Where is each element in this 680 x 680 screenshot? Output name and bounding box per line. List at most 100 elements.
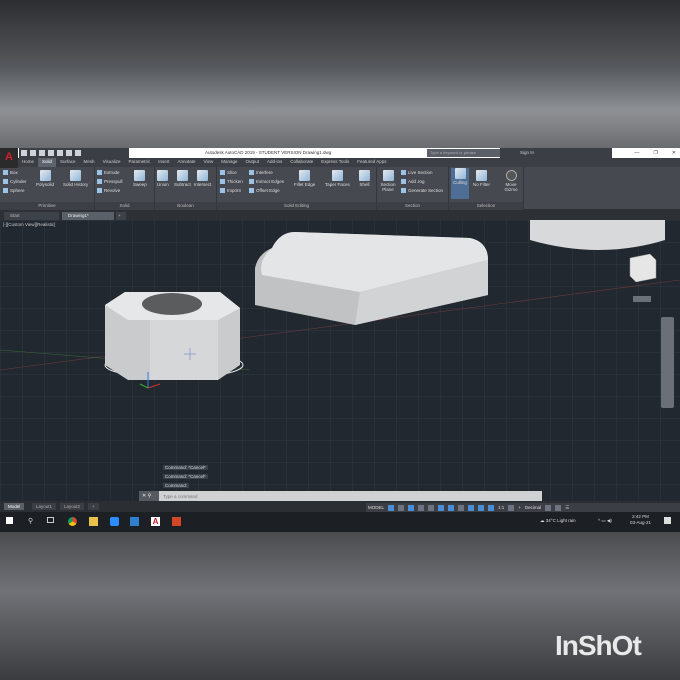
panel-label[interactable]: Section — [377, 202, 448, 210]
no-filter-button[interactable]: No Filter — [473, 170, 490, 187]
thicken-button[interactable]: Thicken — [220, 179, 243, 185]
new-tab-button[interactable]: + — [116, 212, 126, 220]
extrude-button[interactable]: Extrude — [97, 170, 120, 176]
autocad-taskbar-icon[interactable]: A — [151, 517, 160, 526]
tab-parametric[interactable]: Parametric — [125, 158, 155, 167]
union-button[interactable]: Union — [157, 170, 169, 187]
tab-home[interactable]: Home — [18, 158, 38, 167]
section-plane-button[interactable]: Section Plane — [379, 170, 397, 192]
file-explorer-icon[interactable] — [89, 517, 98, 526]
fullscreen-icon[interactable] — [555, 504, 562, 511]
object-snap-tracking-icon[interactable] — [438, 504, 445, 511]
intersect-button[interactable]: Intersect — [194, 170, 211, 187]
redo-icon[interactable] — [66, 150, 72, 156]
sign-in-button[interactable]: Sign In — [500, 148, 612, 158]
plot-icon[interactable] — [75, 150, 81, 156]
model-space-button[interactable]: MODEL — [368, 505, 384, 510]
system-tray-icons[interactable]: ^ ▭ ◀) — [598, 518, 612, 524]
tab-start[interactable]: Start — [4, 212, 59, 220]
tab-manage[interactable]: Manage — [217, 158, 241, 167]
snap-icon[interactable] — [398, 504, 405, 511]
grid-toggle-icon[interactable] — [388, 504, 395, 511]
tab-layout2[interactable]: Layout2 — [60, 503, 85, 510]
transparency-icon[interactable] — [468, 504, 475, 511]
clock[interactable]: 2:42 PM 03-Aug-21 — [630, 514, 651, 526]
tab-model[interactable]: Model — [4, 503, 25, 510]
tab-view[interactable]: View — [200, 158, 218, 167]
zoom-icon[interactable] — [110, 517, 119, 526]
add-layout-button[interactable]: + — [88, 503, 99, 510]
save-as-icon[interactable] — [48, 150, 54, 156]
imprint-button[interactable]: Imprint — [220, 188, 241, 194]
annotation-scale[interactable]: 1:1 — [498, 505, 504, 510]
notifications-icon[interactable] — [664, 517, 671, 524]
generate-section-button[interactable]: Generate Section — [401, 188, 443, 194]
windows-start-icon[interactable] — [6, 517, 13, 524]
tab-featured-apps[interactable]: Featured Apps — [353, 158, 390, 167]
ortho-icon[interactable] — [408, 504, 415, 511]
selection-cycling-icon[interactable] — [478, 504, 485, 511]
save-icon[interactable] — [39, 150, 45, 156]
annotation-icon[interactable] — [488, 504, 495, 511]
wcs-menu[interactable] — [633, 296, 651, 302]
tab-visualize[interactable]: Visualize — [99, 158, 125, 167]
isodraft-icon[interactable] — [428, 504, 435, 511]
tab-express-tools[interactable]: Express Tools — [317, 158, 353, 167]
search-input[interactable]: Type a keyword or phrase — [427, 149, 502, 157]
close-button[interactable]: ✕ — [672, 150, 676, 156]
tab-drawing1[interactable]: Drawing1* — [62, 212, 114, 220]
properties-icon[interactable] — [545, 504, 552, 511]
command-input[interactable] — [159, 493, 529, 499]
close-command-line-icon[interactable]: ✕ ⚲ — [139, 491, 159, 501]
slice-button[interactable]: Slice — [220, 170, 237, 176]
revolve-button[interactable]: Revolve — [97, 188, 120, 194]
weather-widget[interactable]: ☁ 34°C Light rain — [540, 518, 576, 524]
new-icon[interactable] — [21, 150, 27, 156]
fillet-edge-button[interactable]: Fillet Edge — [294, 170, 315, 187]
polysolid-button[interactable]: Polysolid — [36, 170, 54, 187]
move-gizmo-button[interactable]: Move Gizmo — [501, 170, 521, 192]
chrome-icon[interactable] — [68, 517, 77, 526]
open-icon[interactable] — [30, 150, 36, 156]
task-view-icon[interactable] — [47, 517, 54, 523]
photos-icon[interactable] — [130, 517, 139, 526]
viewcube[interactable] — [629, 253, 657, 302]
maximize-button[interactable]: ❐ — [653, 150, 657, 156]
lineweight-icon[interactable] — [458, 504, 465, 511]
extract-edges-button[interactable]: Extract Edges — [249, 179, 284, 185]
offset-edge-button[interactable]: Offset Edge — [249, 188, 280, 194]
tab-surface[interactable]: Surface — [56, 158, 80, 167]
minimize-button[interactable]: — — [634, 150, 639, 156]
powerpoint-icon[interactable] — [172, 517, 181, 526]
tab-mesh[interactable]: Mesh — [80, 158, 99, 167]
application-menu-button[interactable]: A — [0, 148, 18, 168]
drawing-viewport[interactable]: [-][Custom View][Realistic] Command: *Ca… — [0, 220, 680, 501]
navigation-bar[interactable] — [661, 317, 674, 408]
tab-solid[interactable]: Solid — [38, 158, 57, 167]
units-dropdown[interactable]: Decimal — [525, 505, 541, 510]
presspull-button[interactable]: Presspull — [97, 179, 123, 185]
box-button[interactable]: Box — [3, 170, 18, 176]
taper-faces-button[interactable]: Taper Faces — [325, 170, 350, 187]
undo-icon[interactable] — [57, 150, 63, 156]
tab-layout1[interactable]: Layout1 — [32, 503, 57, 510]
gear-icon[interactable] — [508, 504, 515, 511]
customize-menu-icon[interactable]: ☰ — [565, 505, 569, 511]
cylinder-button[interactable]: Cylinder — [3, 179, 27, 185]
add-jog-button[interactable]: Add Jog — [401, 179, 425, 185]
tab-add-ins[interactable]: Add-ins — [263, 158, 286, 167]
plus-icon[interactable]: + — [518, 505, 521, 510]
sweep-button[interactable]: Sweep — [133, 170, 147, 187]
object-snap-icon[interactable] — [448, 504, 455, 511]
tab-collaborate[interactable]: Collaborate — [286, 158, 317, 167]
shell-button[interactable]: Shell — [359, 170, 370, 187]
polar-icon[interactable] — [418, 504, 425, 511]
tab-output[interactable]: Output — [242, 158, 264, 167]
subtract-button[interactable]: Subtract — [174, 170, 191, 187]
sphere-button[interactable]: Sphere — [3, 188, 25, 194]
solid-history-button[interactable]: Solid History — [63, 170, 88, 187]
culling-button[interactable]: Culling — [451, 168, 469, 199]
interfere-button[interactable]: Interfere — [249, 170, 273, 176]
tab-annotate[interactable]: Annotate — [174, 158, 200, 167]
tab-insert[interactable]: Insert — [154, 158, 173, 167]
